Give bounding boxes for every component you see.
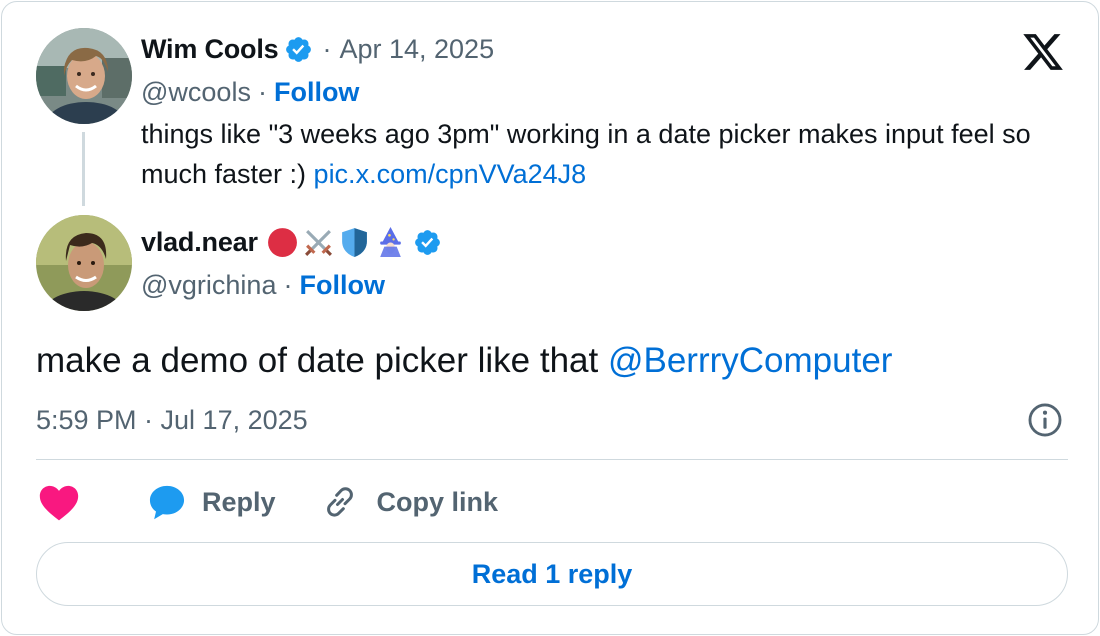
separator-dot: ·: [283, 269, 293, 300]
heart-icon: [39, 485, 79, 521]
shield-icon: [341, 227, 367, 257]
avatar-wcools[interactable]: [36, 28, 132, 124]
tweet-timestamp[interactable]: 5:59 PM · Jul 17, 2025: [36, 400, 308, 440]
separator-dot: ·: [322, 33, 332, 64]
like-button[interactable]: [36, 479, 82, 525]
name-emojis: [266, 226, 407, 259]
link-icon: [326, 487, 353, 517]
action-bar: Reply Copy link: [36, 478, 498, 526]
media-link[interactable]: pic.x.com/cpnVVa24J8: [314, 159, 587, 189]
follow-button[interactable]: Follow: [299, 270, 384, 301]
verified-badge-icon: [284, 35, 313, 64]
mention-link[interactable]: @BerrryComputer: [608, 341, 892, 380]
author-handle[interactable]: @vgrichina: [141, 270, 276, 301]
crossed-swords-icon: [304, 229, 332, 256]
mage-icon: [379, 226, 401, 257]
quoted-author-row: Wim Cools · Apr 14, 2025: [141, 30, 494, 68]
avatar-image: [36, 28, 132, 124]
x-logo-icon[interactable]: [1020, 30, 1066, 74]
author-handle[interactable]: @wcools: [141, 77, 251, 108]
follow-button[interactable]: Follow: [274, 77, 359, 108]
red-circle-icon: [267, 227, 297, 257]
speech-bubble-icon: [149, 485, 185, 520]
avatar-image: [36, 215, 132, 311]
read-replies-label: Read 1 reply: [471, 558, 633, 589]
avatar-vgrichina[interactable]: [36, 215, 132, 311]
quoted-tweet-text: things like "3 weeks ago 3pm" working in…: [141, 114, 1076, 194]
copy-link-label: Copy link: [376, 486, 499, 517]
read-replies-button[interactable]: Read 1 reply: [36, 542, 1068, 606]
embedded-tweet-card: Wim Cools · Apr 14, 2025 @wcools · Follo…: [1, 1, 1099, 635]
thread-connector-line: [82, 132, 85, 206]
info-icon[interactable]: [1026, 401, 1064, 439]
author-name[interactable]: Wim Cools: [141, 34, 279, 65]
divider: [36, 459, 1068, 460]
tweet-text: make a demo of date picker like that @Be…: [36, 336, 1066, 386]
separator-dot: ·: [257, 76, 267, 107]
verified-badge-icon: [413, 228, 442, 257]
main-author-row: vlad.near: [141, 223, 442, 261]
post-date[interactable]: Apr 14, 2025: [339, 34, 494, 65]
copy-link-button[interactable]: Copy link: [320, 482, 499, 522]
tweet-body: make a demo of date picker like that: [36, 341, 608, 380]
reply-label: Reply: [202, 486, 276, 517]
reply-button[interactable]: Reply: [145, 480, 276, 524]
author-name[interactable]: vlad.near: [141, 227, 258, 258]
main-handle-row: @vgrichina · Follow: [141, 267, 385, 303]
quoted-handle-row: @wcools · Follow: [141, 74, 359, 110]
timestamp-text[interactable]: 5:59 PM · Jul 17, 2025: [36, 405, 308, 436]
